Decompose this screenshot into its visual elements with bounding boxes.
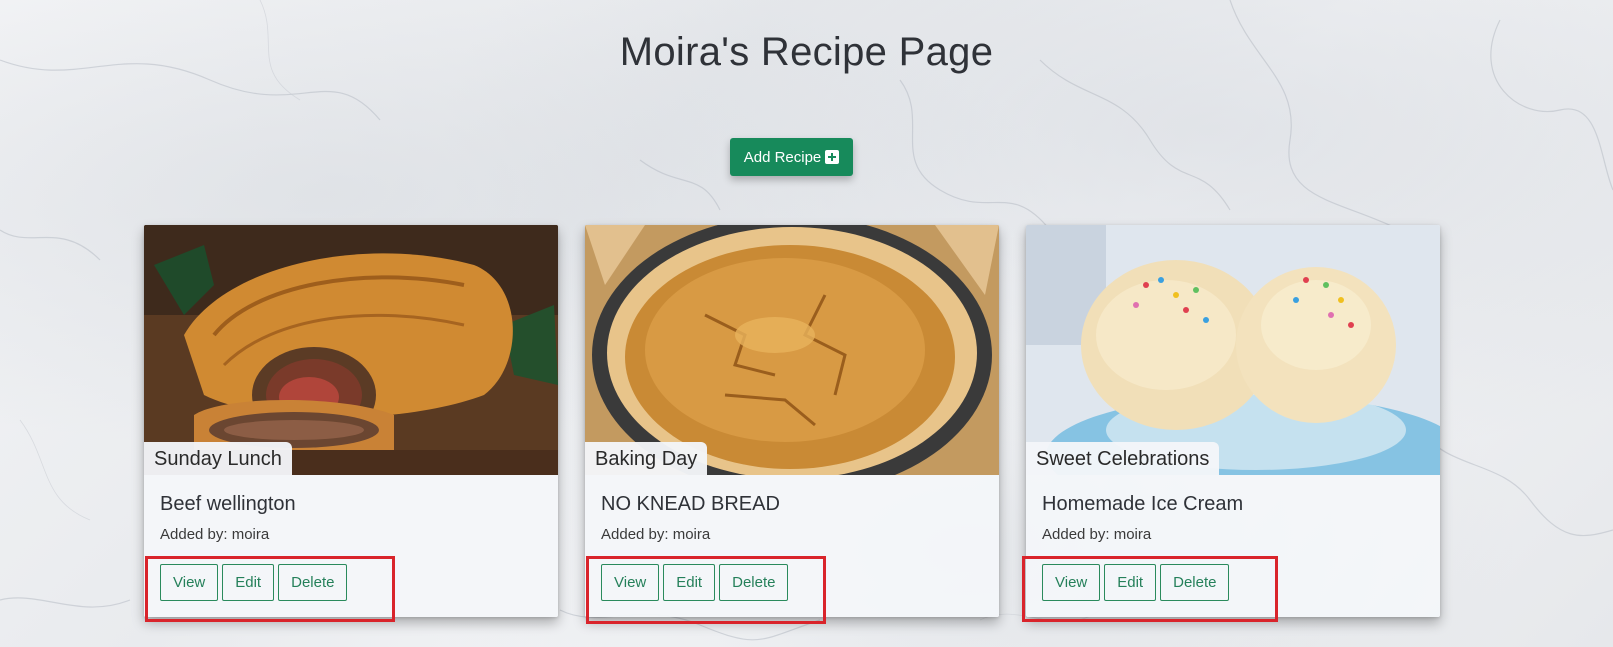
card-actions: View Edit Delete [1042,564,1230,601]
add-recipe-button[interactable]: Add Recipe [730,138,853,176]
recipe-card: Sunday Lunch Beef wellington Added by: m… [144,225,558,617]
view-button[interactable]: View [160,564,219,601]
category-label: Sweet Celebrations [1026,442,1220,475]
edit-button[interactable]: Edit [222,564,275,601]
category-label: Sunday Lunch [144,442,292,475]
beef-wellington-photo [144,225,558,475]
recipe-image[interactable]: Baking Day [585,225,999,475]
plus-square-icon [825,150,840,164]
recipe-image[interactable]: Sweet Celebrations [1026,225,1440,475]
bread-loaf-photo [585,225,999,475]
recipe-card: Sweet Celebrations Homemade Ice Cream Ad… [1026,225,1440,617]
recipe-card: Baking Day NO KNEAD BREAD Added by: moir… [585,225,999,617]
card-actions: View Edit Delete [601,564,789,601]
page-title: Moira's Recipe Page [619,30,994,74]
category-label: Baking Day [585,442,708,475]
edit-button[interactable]: Edit [1104,564,1157,601]
recipe-title: Homemade Ice Cream [1042,493,1244,515]
recipe-title: Beef wellington [160,493,296,515]
added-by-text: Added by: moira [1042,526,1152,543]
view-button[interactable]: View [1042,564,1101,601]
delete-button[interactable]: Delete [1160,564,1230,601]
delete-button[interactable]: Delete [719,564,789,601]
add-recipe-label: Add Recipe [743,148,822,166]
recipe-title: NO KNEAD BREAD [601,493,780,515]
recipe-image[interactable]: Sunday Lunch [144,225,558,475]
view-button[interactable]: View [601,564,660,601]
added-by-text: Added by: moira [160,526,270,543]
edit-button[interactable]: Edit [663,564,716,601]
ice-cream-photo [1026,225,1440,475]
delete-button[interactable]: Delete [278,564,348,601]
added-by-text: Added by: moira [601,526,711,543]
card-actions: View Edit Delete [160,564,348,601]
